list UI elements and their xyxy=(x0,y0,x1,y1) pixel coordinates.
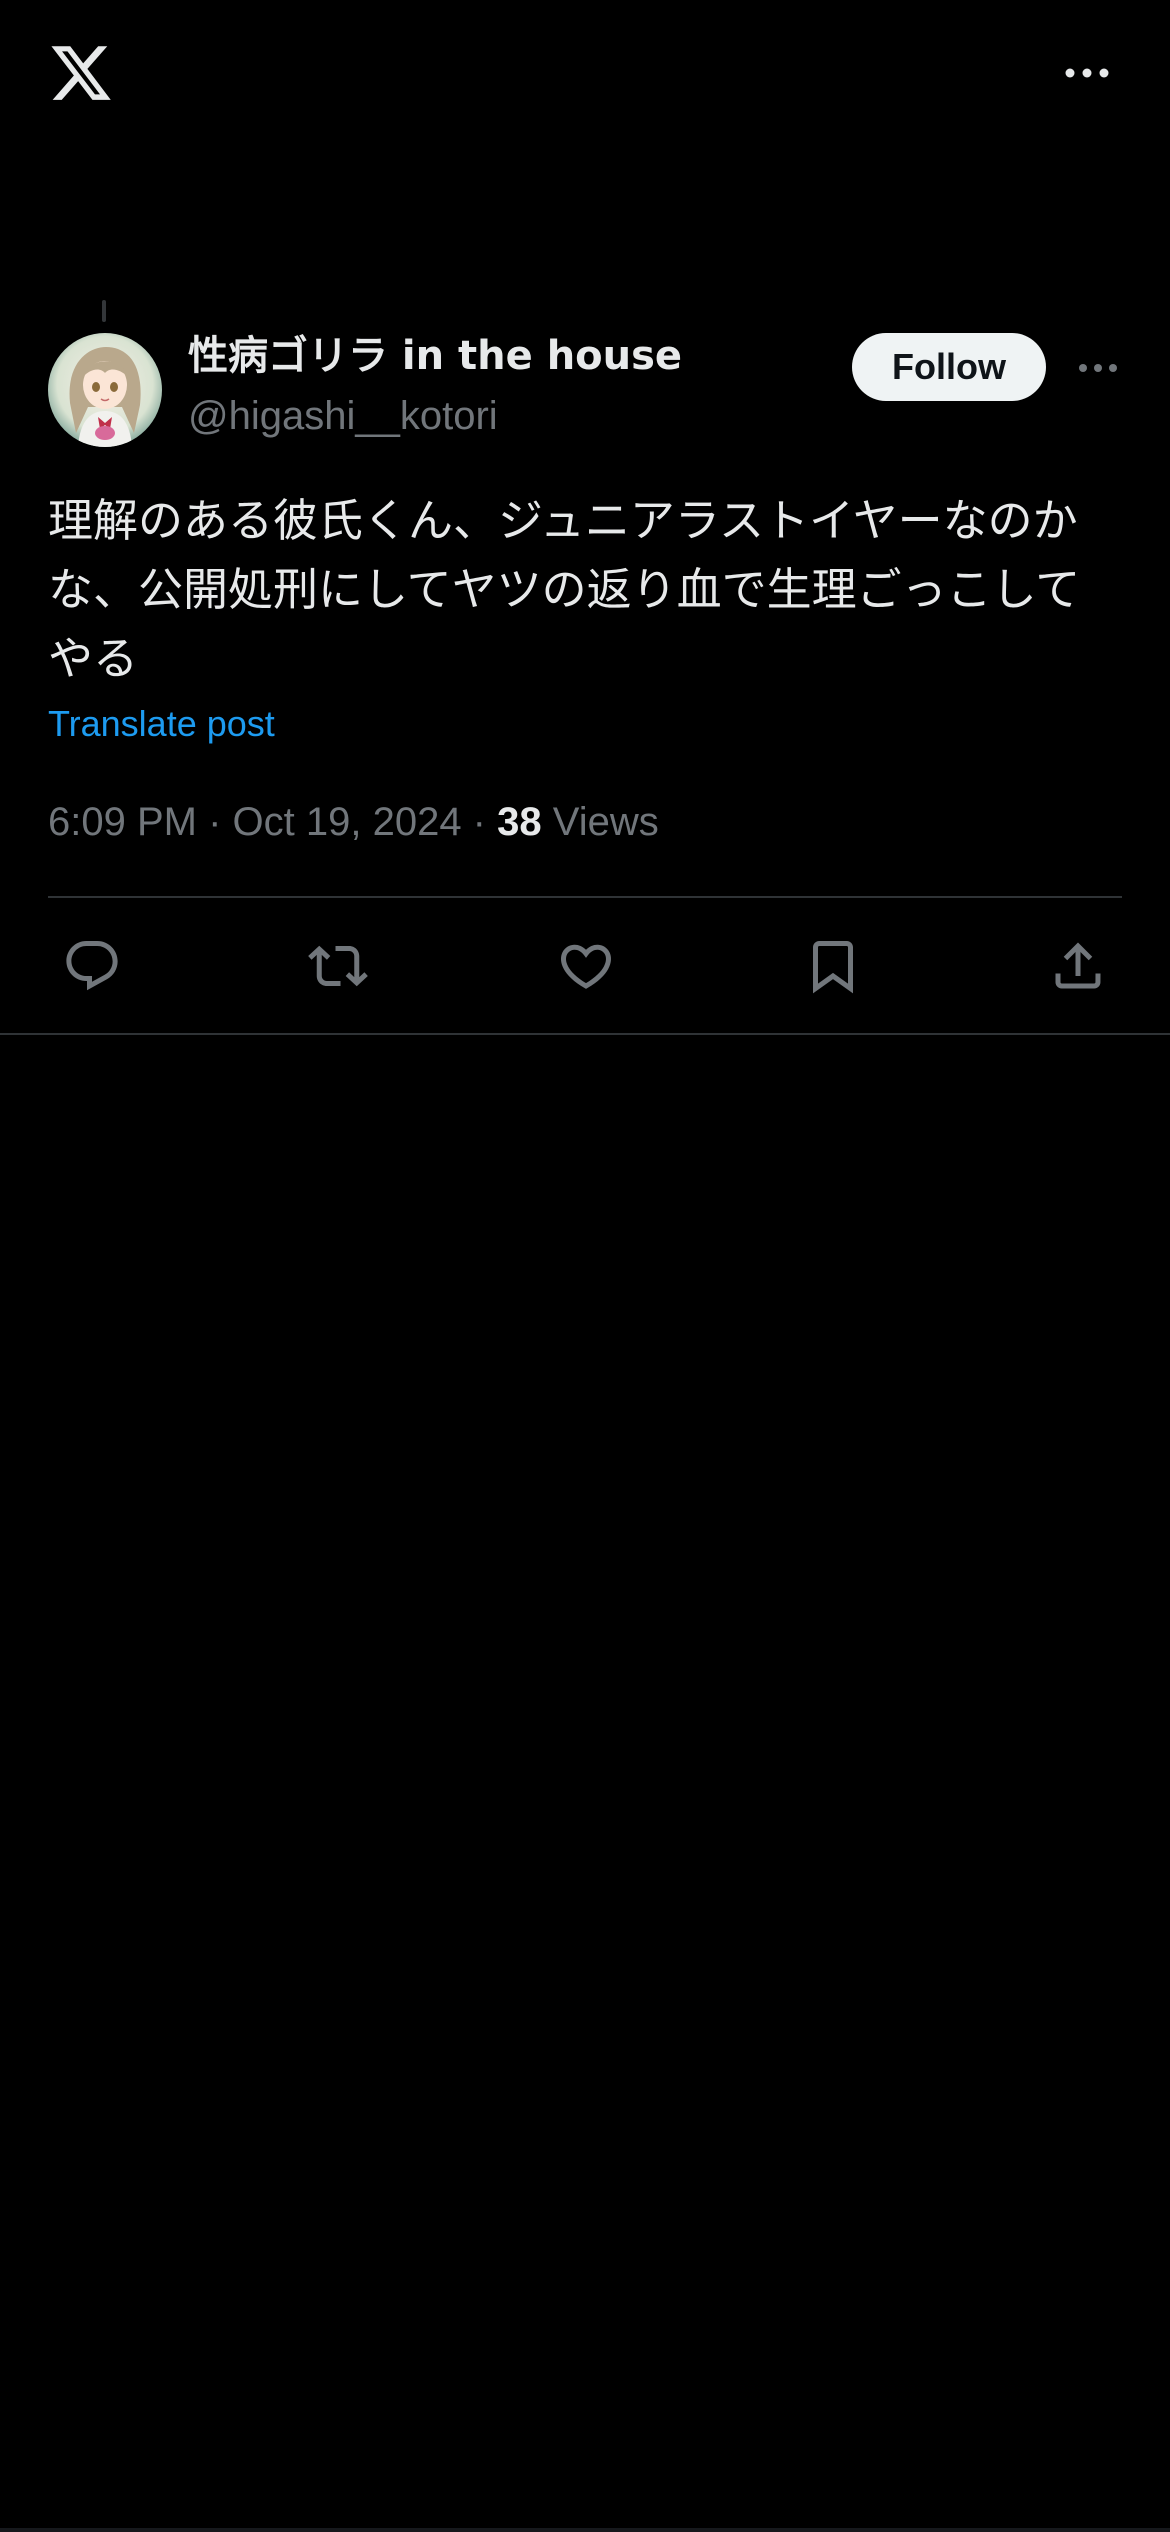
heart-icon xyxy=(560,944,612,989)
views-label: Views xyxy=(552,800,659,844)
post-more-options-icon[interactable] xyxy=(1076,358,1120,378)
author-avatar[interactable] xyxy=(48,333,162,447)
reply-button[interactable] xyxy=(56,930,128,1002)
action-bar xyxy=(0,930,1170,1002)
translate-post-link[interactable]: Translate post xyxy=(48,700,275,748)
top-bar xyxy=(0,0,1170,150)
post-text: 理解のある彼氏くん、ジュニアラストイヤーなのかな、公開処刑にしてヤツの返り血で生… xyxy=(48,494,1081,685)
author-handle[interactable]: @higashi__kotori xyxy=(188,390,498,442)
x-logo-icon[interactable] xyxy=(48,40,114,106)
post-date[interactable]: Oct 19, 2024 xyxy=(233,800,462,844)
bottom-edge xyxy=(0,2528,1170,2532)
bookmark-button[interactable] xyxy=(797,930,869,1002)
divider xyxy=(0,1033,1170,1035)
post-time[interactable]: 6:09 PM xyxy=(48,800,197,844)
repost-button[interactable] xyxy=(302,930,374,1002)
share-button[interactable] xyxy=(1042,930,1114,1002)
author-display-name[interactable]: 性病ゴリラ in the house xyxy=(188,330,682,382)
bookmark-icon xyxy=(813,941,853,994)
repost-icon xyxy=(308,945,368,987)
thread-connector-line xyxy=(102,300,106,322)
share-icon xyxy=(1055,942,1101,989)
meta-separator: · xyxy=(461,800,498,844)
meta-separator: · xyxy=(196,800,233,844)
post-metadata: 6:09 PM · Oct 19, 2024 · 38 Views xyxy=(48,794,659,850)
reply-icon xyxy=(66,941,118,991)
more-options-icon[interactable] xyxy=(1062,56,1112,90)
like-button[interactable] xyxy=(550,930,622,1002)
views-count: 38 xyxy=(497,800,542,844)
follow-button[interactable]: Follow xyxy=(852,333,1046,401)
divider xyxy=(48,896,1122,898)
